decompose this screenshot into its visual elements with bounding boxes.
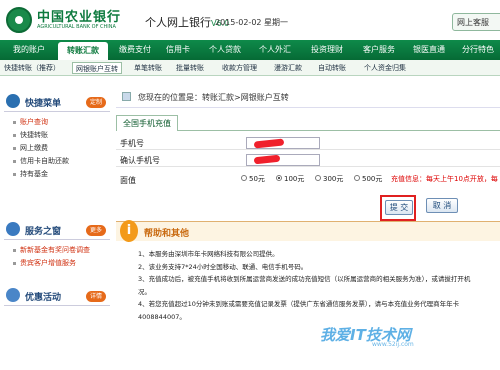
quick-menu-list: 账户查询 快捷转账 网上缴费 信用卡自助还款 持有基金 — [4, 116, 110, 181]
date-label: 2015-02-02 星期一 — [215, 18, 289, 27]
subnav-ebank-transfer[interactable]: 网银账户互转 — [72, 62, 122, 74]
radio-icon — [354, 175, 360, 181]
amount-option-500[interactable]: 500元 — [354, 174, 382, 184]
help-line: 1、本服务由深圳市年卡网络科技有限公司提供。 — [138, 250, 279, 258]
promo-header: 优惠活动 详情 — [4, 286, 110, 306]
nav-item-customer-service[interactable]: 客户服务 — [356, 40, 402, 60]
tab-bar: 全国手机充值 — [116, 115, 500, 131]
nav-item-transfer[interactable]: 转账汇款 — [58, 42, 108, 60]
header: 中国农业银行 AGRICULTURAL BANK OF CHINA 个人网上银行… — [0, 0, 500, 40]
help-header: i 帮助和其他 — [116, 220, 500, 242]
radio-icon — [315, 175, 321, 181]
promo-title: 优惠活动 — [25, 293, 62, 303]
sub-nav: 快捷转账（推荐） 网银账户互转 单笔转账 批量转账 收款方管理 漫游汇款 自动转… — [0, 60, 500, 76]
bank-logo-icon — [6, 7, 32, 33]
help-line: 2、该业务支持7*24小时全国移动、联通、电信手机号码。 — [138, 262, 308, 271]
quick-menu-header: 快捷菜单 定制 — [4, 92, 110, 112]
service-icon — [6, 222, 20, 236]
amount-option-50[interactable]: 50元 — [241, 174, 265, 184]
amount-option-label: 500元 — [362, 175, 383, 183]
help-line: 3、充值成功后，被充值手机将收到所属运营商发送的成功充值短信（以所属运营商的相关… — [138, 275, 471, 283]
amount-option-label: 50元 — [249, 175, 265, 183]
list-item-credit-repay[interactable]: 信用卡自助还款 — [4, 155, 110, 168]
phone-row: 手机号 — [116, 136, 500, 150]
help-line: 况。 — [138, 287, 151, 296]
nav-item-medical[interactable]: 银医直通 — [406, 40, 452, 60]
watermark-url: www.52ij.com — [372, 341, 414, 348]
details-button[interactable]: 详情 — [85, 291, 106, 302]
help-list: 1、本服务由深圳市年卡网络科技有限公司提供。 2、该业务支持7*24小时全国移动… — [138, 248, 498, 323]
nav-item-payment[interactable]: 缴费支付 — [112, 40, 158, 60]
help-section: i 帮助和其他 1、本服务由深圳市年卡网络科技有限公司提供。 2、该业务支持7*… — [116, 220, 500, 370]
subnav-payee-manage[interactable]: 收款方管理 — [222, 62, 257, 74]
bank-name-en: AGRICULTURAL BANK OF CHINA — [37, 24, 116, 30]
promo-icon — [6, 288, 20, 302]
quick-menu-icon — [6, 94, 20, 108]
submit-button[interactable]: 提 交 — [385, 200, 413, 215]
subnav-fund-collect[interactable]: 个人资金归集 — [364, 62, 406, 74]
amount-label: 面值 — [120, 176, 136, 185]
amount-option-label: 100元 — [284, 175, 305, 183]
nav-item-my-account[interactable]: 我的账户 — [4, 40, 54, 60]
location-icon — [122, 92, 131, 101]
list-item-vip-service[interactable]: 贵宾客户增值服务 — [4, 257, 110, 270]
promo-section: 优惠活动 详情 — [4, 286, 110, 306]
subnav-roaming-remit[interactable]: 漫游汇款 — [274, 62, 302, 74]
nav-item-forex[interactable]: 个人外汇 — [252, 40, 298, 60]
customize-button[interactable]: 定制 — [85, 97, 106, 108]
nav-item-investment[interactable]: 投资理财 — [304, 40, 350, 60]
breadcrumb: 您现在的位置是：转账汇款>网银账户互转 — [138, 93, 289, 102]
subnav-batch-transfer[interactable]: 批量转账 — [176, 62, 204, 74]
phone-label: 手机号 — [120, 139, 144, 148]
service-list: 新新基金有奖问卷调查 贵宾客户增值服务 — [4, 244, 110, 270]
subnav-single-transfer[interactable]: 单笔转账 — [134, 62, 162, 74]
main-nav: 我的账户 转账汇款 缴费支付 信用卡 个人贷款 个人外汇 投资理财 客户服务 银… — [0, 40, 500, 60]
sidebar: 快捷菜单 定制 账户查询 快捷转账 网上缴费 信用卡自助还款 持有基金 服务之窗… — [4, 86, 110, 370]
service-header: 服务之窗 更多 — [4, 220, 110, 240]
service-title: 服务之窗 — [25, 227, 62, 237]
nav-item-credit-card[interactable]: 信用卡 — [160, 40, 196, 60]
more-button[interactable]: 更多 — [85, 225, 106, 236]
amount-option-300[interactable]: 300元 — [315, 174, 343, 184]
quick-menu-title: 快捷菜单 — [25, 99, 62, 109]
info-icon: i — [120, 220, 138, 242]
tab-mobile-recharge[interactable]: 全国手机充值 — [116, 115, 178, 131]
list-item-funds[interactable]: 持有基金 — [4, 168, 110, 181]
radio-selected-icon — [276, 175, 282, 181]
recharge-notice: 充值信息：每天上午10点开放，每 — [391, 175, 498, 183]
list-item-fund-survey[interactable]: 新新基金有奖问卷调查 — [4, 244, 110, 257]
confirm-row: 确认手机号 — [116, 153, 500, 167]
bank-name-cn: 中国农业银行 — [37, 10, 122, 25]
quick-menu-section: 快捷菜单 定制 账户查询 快捷转账 网上缴费 信用卡自助还款 持有基金 — [4, 92, 110, 181]
nav-item-branch[interactable]: 分行特色 — [456, 40, 500, 60]
list-item-quick-transfer[interactable]: 快捷转账 — [4, 129, 110, 142]
list-item-account-query[interactable]: 账户查询 — [4, 116, 110, 129]
confirm-phone-label: 确认手机号 — [120, 156, 160, 165]
subnav-auto-transfer[interactable]: 自动转账 — [318, 62, 346, 74]
help-line: 4008844007。 — [138, 312, 186, 321]
subnav-quick-transfer[interactable]: 快捷转账（推荐） — [4, 62, 60, 74]
online-service-button[interactable]: 网上客服 — [452, 13, 500, 31]
breadcrumb-bar: 您现在的位置是：转账汇款>网银账户互转 — [116, 86, 500, 108]
amount-option-100[interactable]: 100元 — [276, 174, 304, 184]
amount-option-label: 300元 — [323, 175, 344, 183]
list-item-online-payment[interactable]: 网上缴费 — [4, 142, 110, 155]
nav-item-personal-loan[interactable]: 个人贷款 — [202, 40, 248, 60]
cancel-button[interactable]: 取 消 — [426, 198, 458, 213]
service-section: 服务之窗 更多 新新基金有奖问卷调查 贵宾客户增值服务 — [4, 220, 110, 270]
amount-row: 面值 50元 100元 300元 500元 充值信息：每天上午10点开放，每 — [116, 173, 500, 187]
submit-highlight: 提 交 — [380, 195, 416, 221]
main-content: 您现在的位置是：转账汇款>网银账户互转 全国手机充值 手机号 确认手机号 面值 … — [116, 86, 500, 370]
radio-icon — [241, 175, 247, 181]
help-title: 帮助和其他 — [144, 229, 190, 239]
help-line: 4、若您充值超过10分钟未到账或需要充值记录发票（提供广东省通信服务发票），请与… — [138, 300, 460, 308]
